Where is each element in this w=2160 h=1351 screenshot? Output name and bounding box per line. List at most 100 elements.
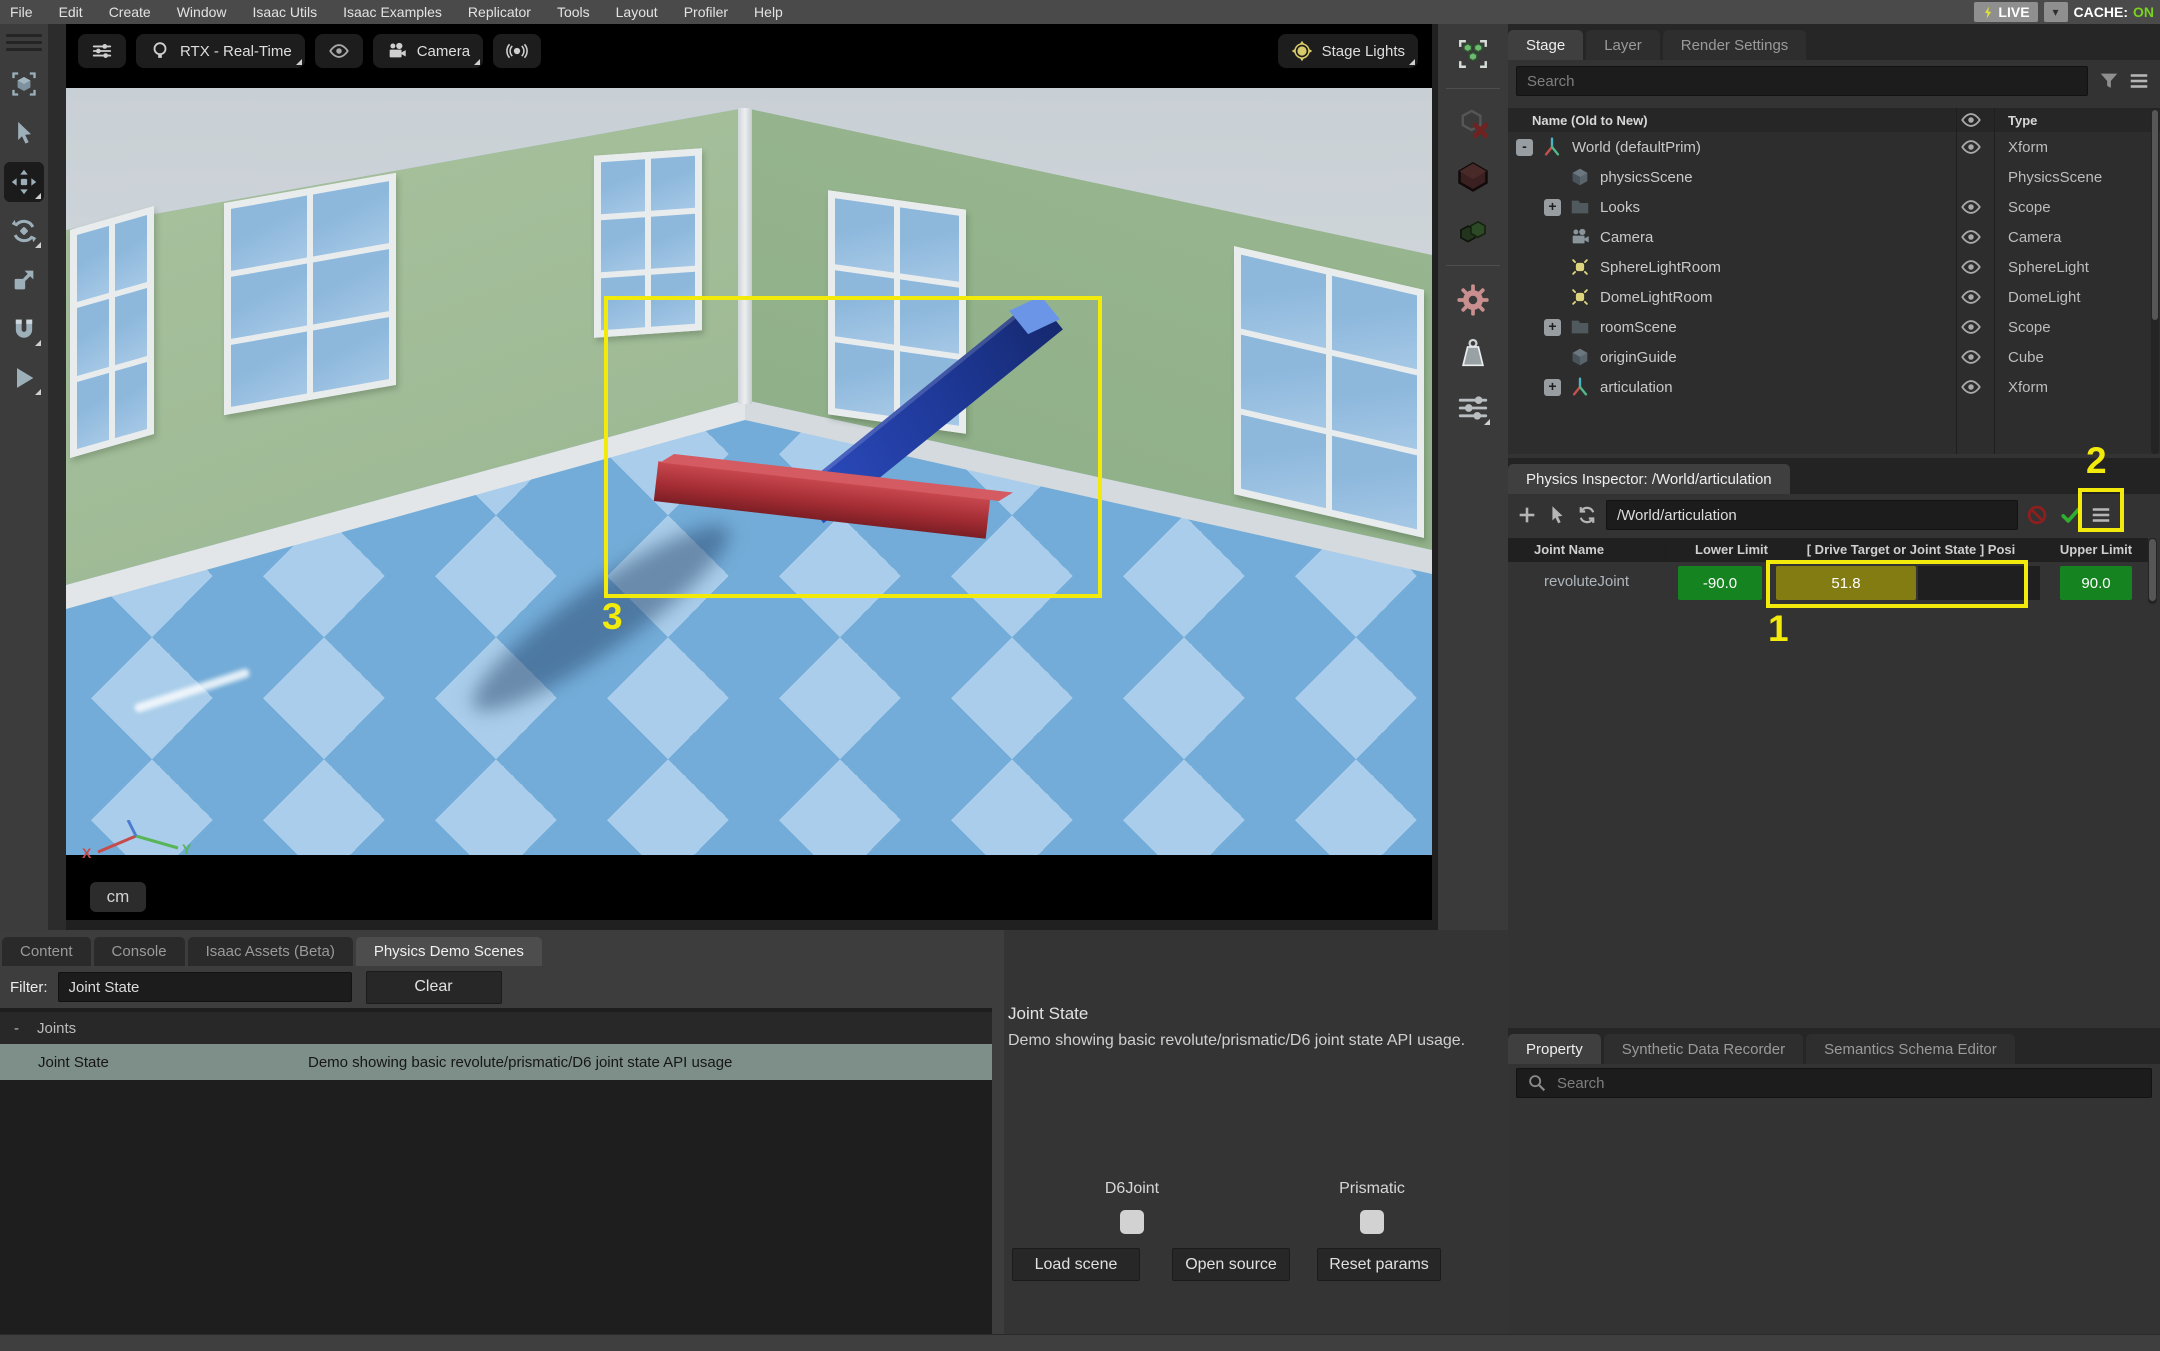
articulation-path-input[interactable] [1606,500,2018,530]
physics-inspector-tool[interactable] [1453,388,1493,428]
camera-button[interactable]: Camera [373,34,483,68]
stage-tree-row-physicsscene[interactable]: +physicsScenePhysicsScene [1508,162,2160,192]
units-badge[interactable]: cm [90,882,146,912]
add-icon[interactable] [1516,504,1538,526]
stage-tree-row-world-defaultprim-[interactable]: -World (defaultPrim)Xform [1508,132,2160,162]
remove-physics-tool[interactable] [1453,103,1493,143]
menu-item-tools[interactable]: Tools [557,4,590,20]
scale-tool[interactable] [4,260,44,300]
expander-icon[interactable]: + [1544,319,1561,336]
filter-input[interactable] [58,972,352,1002]
open-source-button[interactable]: Open source [1172,1248,1290,1281]
menu-item-file[interactable]: File [10,4,33,20]
stage-tree-row-camera[interactable]: +CameraCamera [1508,222,2160,252]
stage-tree-row-originguide[interactable]: +originGuideCube [1508,342,2160,372]
load-scene-button[interactable]: Load scene [1012,1248,1140,1281]
rigid-body-tool[interactable] [1453,157,1493,197]
move-tool[interactable] [4,162,44,202]
stage-tree-row-articulation[interactable]: +articulationXform [1508,372,2160,402]
tab-render-settings[interactable]: Render Settings [1663,30,1807,60]
viewport-settings-button[interactable] [78,34,126,68]
menu-item-isaac-examples[interactable]: Isaac Examples [343,4,442,20]
expander-icon[interactable]: - [1516,139,1533,156]
menu-item-replicator[interactable]: Replicator [468,4,531,20]
tab-physics-demo-scenes[interactable]: Physics Demo Scenes [356,937,542,966]
menu-item-create[interactable]: Create [109,4,151,20]
visibility-eye-icon[interactable] [1960,346,1982,368]
menu-item-window[interactable]: Window [177,4,227,20]
tab-layer[interactable]: Layer [1586,30,1660,60]
tab-content[interactable]: Content [2,937,91,966]
tab-stage[interactable]: Stage [1508,30,1583,60]
joints-group-header[interactable]: - Joints [0,1012,992,1044]
reset-params-button[interactable]: Reset params [1317,1248,1441,1281]
collider-tool[interactable] [1453,211,1493,251]
capture-button[interactable] [493,34,541,68]
snap-tool[interactable] [4,309,44,349]
menu-item-layout[interactable]: Layout [616,4,658,20]
tab-isaac-assets[interactable]: Isaac Assets (Beta) [188,937,353,966]
live-sync-button[interactable]: LIVE [1974,2,2037,22]
visibility-eye-icon[interactable] [1960,256,1982,278]
drive-target-cell[interactable]: 51.8 [1776,566,1916,600]
live-dropdown-button[interactable]: ▾ [2044,2,2068,22]
visibility-button[interactable] [315,34,363,68]
menu-item-profiler[interactable]: Profiler [684,4,728,20]
renderer-label: RTX - Real-Time [180,43,292,60]
viewport-canvas[interactable] [66,88,1432,855]
refresh-icon[interactable] [1576,504,1598,526]
menu-item-help[interactable]: Help [754,4,783,20]
clear-button[interactable]: Clear [366,971,502,1004]
rotate-tool[interactable] [4,211,44,251]
stage-tree-row-roomscene[interactable]: +roomSceneScope [1508,312,2160,342]
visibility-eye-icon[interactable] [1960,196,1982,218]
play-button[interactable] [4,358,44,398]
tab-synthetic-data-recorder[interactable]: Synthetic Data Recorder [1604,1034,1803,1064]
physics-selection-tool[interactable] [1453,34,1493,74]
visibility-eye-icon[interactable] [1960,226,1982,248]
tree-header-type[interactable]: Type [2008,113,2037,128]
tree-header-name[interactable]: Name (Old to New) [1532,113,1648,128]
tab-property[interactable]: Property [1508,1034,1601,1064]
stage-tree-row-looks[interactable]: +LooksScope [1508,192,2160,222]
toolbar-grip[interactable] [6,30,42,55]
physics-settings-tool[interactable] [1453,280,1493,320]
property-search-input[interactable] [1516,1068,2152,1098]
demo-list-item-selected[interactable]: Joint State Demo showing basic revolute/… [0,1044,992,1080]
upper-limit-cell[interactable]: 90.0 [2060,566,2132,600]
menu-item-isaac-utils[interactable]: Isaac Utils [253,4,318,20]
collapse-icon[interactable]: - [14,1020,19,1037]
expander-icon[interactable]: + [1544,199,1561,216]
tab-console[interactable]: Console [94,937,185,966]
select-tool[interactable] [4,113,44,153]
no-entry-icon[interactable] [2026,504,2048,526]
prim-label: roomScene [1600,319,1677,336]
visibility-eye-icon[interactable] [1960,376,1982,398]
drive-target-track[interactable] [1918,566,2040,600]
visibility-eye-icon[interactable] [1960,316,1982,338]
joint-table-scrollbar[interactable] [2148,538,2157,604]
stage-options-icon[interactable] [2128,70,2150,92]
visibility-eye-icon[interactable] [1960,136,1982,158]
inspector-menu-icon[interactable] [2090,504,2112,526]
tree-header-eye-icon[interactable] [1960,109,1982,131]
d6joint-checkbox[interactable] [1120,1210,1144,1234]
expander-icon[interactable]: + [1544,379,1561,396]
stage-scrollbar[interactable] [2151,108,2159,454]
visibility-eye-icon[interactable] [1960,286,1982,308]
prismatic-checkbox[interactable] [1360,1210,1384,1234]
mass-tool[interactable] [1453,334,1493,374]
stage-search-input[interactable] [1516,66,2088,96]
select-prim-tool[interactable] [4,64,44,104]
menu-item-edit[interactable]: Edit [59,4,83,20]
stage-tree-row-domelightroom[interactable]: +DomeLightRoomDomeLight [1508,282,2160,312]
tab-physics-inspector[interactable]: Physics Inspector: /World/articulation [1508,464,1790,494]
confirm-check-icon[interactable] [2060,504,2082,526]
filter-funnel-icon[interactable] [2098,70,2120,92]
lower-limit-cell[interactable]: -90.0 [1678,566,1762,600]
stage-tree-row-spherelightroom[interactable]: +SphereLightRoomSphereLight [1508,252,2160,282]
renderer-button[interactable]: RTX - Real-Time [136,34,305,68]
stage-lights-button[interactable]: Stage Lights [1278,34,1418,68]
pick-icon[interactable] [1546,504,1568,526]
tab-semantics-schema-editor[interactable]: Semantics Schema Editor [1806,1034,2015,1064]
